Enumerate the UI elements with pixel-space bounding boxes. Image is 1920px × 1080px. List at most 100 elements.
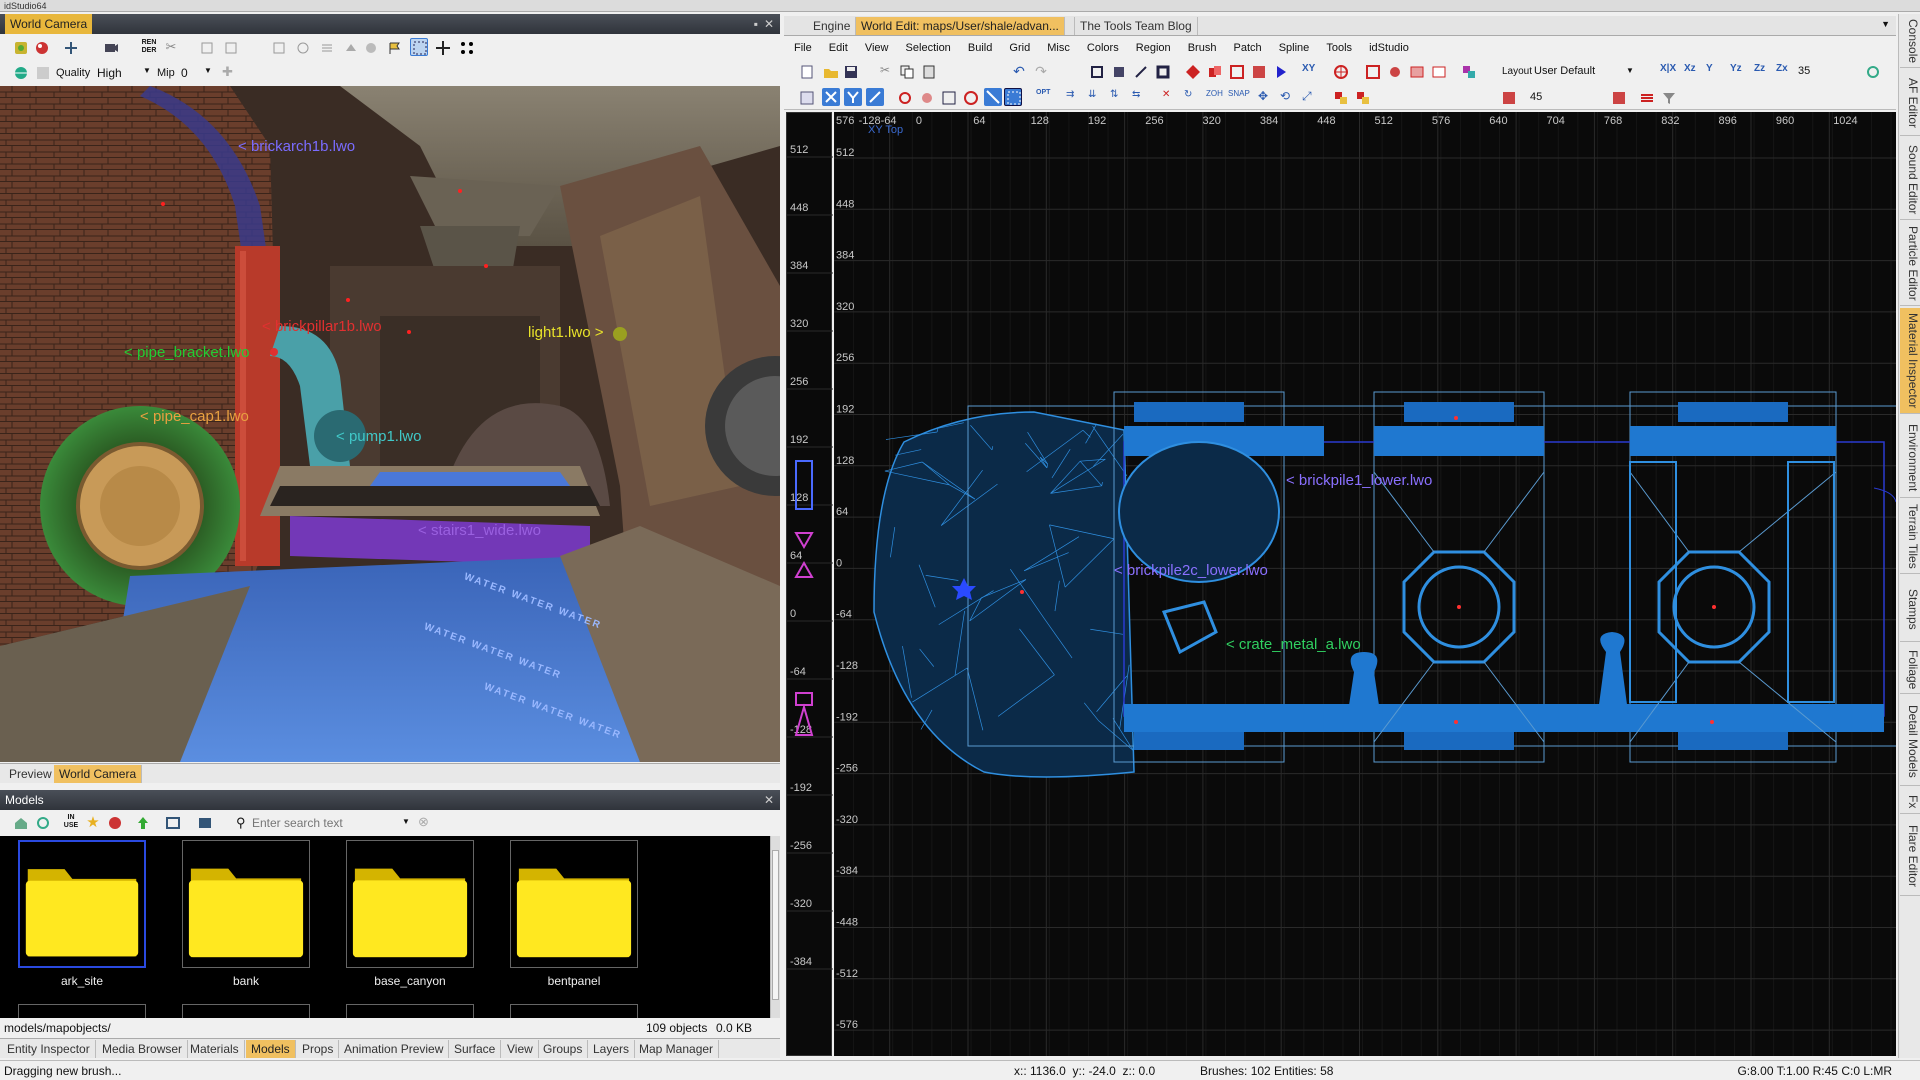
label-crate-metal[interactable]: < crate_metal_a.lwo xyxy=(1226,636,1361,653)
menu-build[interactable]: Build xyxy=(968,38,992,58)
vtab-af-editor[interactable]: AF Editor xyxy=(1900,72,1920,136)
vtab-stamps[interactable]: Stamps xyxy=(1900,578,1920,642)
folder-card-partial[interactable] xyxy=(346,1004,474,1018)
camera-move-icon[interactable] xyxy=(62,39,80,57)
z-ruler[interactable]: 512 448 384 320 256 192 128 64 0 -64 -128 -192 -256-… xyxy=(786,112,833,1056)
tab-props[interactable]: Props xyxy=(297,1040,340,1058)
thumb-size-icon[interactable] xyxy=(196,814,214,832)
folder-card-partial[interactable] xyxy=(510,1004,638,1018)
vtab-foliage[interactable]: Foliage xyxy=(1900,646,1920,694)
scale-y-icon[interactable]: Y xyxy=(1706,63,1724,81)
model-ball-icon[interactable] xyxy=(106,814,124,832)
render-text-icon[interactable]: REN DER xyxy=(140,39,158,57)
chevron-down-icon[interactable]: ▼ xyxy=(204,66,212,75)
view-mode-icon[interactable] xyxy=(164,814,182,832)
frame-icon[interactable] xyxy=(1228,63,1246,81)
label-brickpile1[interactable]: < brickpile1_lower.lwo xyxy=(1286,472,1432,489)
up-folder-icon[interactable] xyxy=(134,814,152,832)
scissors-icon[interactable]: ✂ xyxy=(162,39,180,57)
wire-icon[interactable] xyxy=(270,39,288,57)
refresh-icon[interactable] xyxy=(34,814,52,832)
vtab-fx[interactable]: Fx xyxy=(1900,790,1920,814)
select-y-icon[interactable] xyxy=(844,88,862,106)
tab-entity-inspector[interactable]: Entity Inspector xyxy=(2,1040,96,1058)
vtab-detail-models[interactable]: Detail Models xyxy=(1900,698,1920,786)
home-icon[interactable] xyxy=(12,814,30,832)
material-ball-icon[interactable] xyxy=(33,39,51,57)
merge-icon[interactable] xyxy=(1206,63,1224,81)
tab-world-edit[interactable]: World Edit: maps/User/shale/advan... xyxy=(856,17,1065,35)
tab-view[interactable]: View xyxy=(502,1040,539,1058)
cut-icon[interactable]: ✂ xyxy=(876,63,894,81)
rotate-c-icon[interactable]: ZOH xyxy=(1206,89,1224,107)
bevel-icon[interactable] xyxy=(1250,63,1268,81)
panel-close-icon[interactable]: ✕ xyxy=(764,790,774,810)
tab-surface[interactable]: Surface xyxy=(449,1040,502,1058)
camera-viewport[interactable]: WATER WATER WATER WATER WATER WATER WATE… xyxy=(0,86,780,762)
entity-link-icon[interactable] xyxy=(1386,63,1404,81)
models-scrollbar[interactable] xyxy=(770,836,780,1018)
render-icon[interactable] xyxy=(12,39,30,57)
menu-grid[interactable]: Grid xyxy=(1009,38,1030,58)
folder-base-canyon[interactable] xyxy=(346,840,474,968)
target-red-icon[interactable] xyxy=(962,89,980,107)
label-light[interactable]: light1.lwo > xyxy=(528,324,603,341)
search-input[interactable] xyxy=(252,814,412,832)
rotate-tool-icon[interactable]: ⟲ xyxy=(1280,89,1298,107)
tab-models[interactable]: Models xyxy=(246,1040,296,1058)
menu-misc[interactable]: Misc xyxy=(1047,38,1070,58)
checker-icon[interactable] xyxy=(34,64,52,82)
label-brickarch[interactable]: < brickarch1b.lwo xyxy=(238,138,355,155)
patch-icon[interactable] xyxy=(896,89,914,107)
move-tool-icon[interactable]: ✥ xyxy=(1258,89,1276,107)
select-xy-icon[interactable] xyxy=(822,88,840,106)
label-stairs[interactable]: < stairs1_wide.lwo xyxy=(418,522,541,539)
menu-view[interactable]: View xyxy=(865,38,889,58)
scale-zx-icon[interactable]: Zx xyxy=(1776,63,1794,81)
toggle-icon[interactable] xyxy=(198,39,216,57)
save-icon[interactable] xyxy=(842,63,860,81)
rotate-a-icon[interactable]: ✕ xyxy=(1162,89,1180,107)
menu-selection[interactable]: Selection xyxy=(906,38,951,58)
hollow-icon[interactable] xyxy=(1154,63,1172,81)
axis-icon[interactable]: XY xyxy=(1302,63,1320,81)
brush-tool-icon[interactable] xyxy=(1088,63,1106,81)
scale-tool-icon[interactable]: ⤢ xyxy=(1302,89,1320,107)
chevron-down-icon[interactable]: ▼ xyxy=(1881,19,1890,29)
play-icon[interactable] xyxy=(1272,63,1290,81)
paste-icon[interactable] xyxy=(920,63,938,81)
copy-icon[interactable] xyxy=(898,63,916,81)
sky-icon[interactable] xyxy=(342,39,360,57)
rotate-value[interactable]: 35 xyxy=(1798,65,1810,77)
opt-icon[interactable]: OPT xyxy=(1036,89,1054,107)
tab-world-camera[interactable]: World Camera xyxy=(54,765,143,783)
menu-region[interactable]: Region xyxy=(1136,38,1171,58)
grid-size-icon[interactable] xyxy=(1500,89,1518,107)
target-icon[interactable] xyxy=(1332,63,1350,81)
label-pump[interactable]: < pump1.lwo xyxy=(336,428,421,445)
panel-pin-icon[interactable]: ▪ xyxy=(754,14,758,34)
scale-xz-icon[interactable]: Xz xyxy=(1684,63,1702,81)
vtab-sound-editor[interactable]: Sound Editor xyxy=(1900,140,1920,220)
chevron-down-icon[interactable]: ▼ xyxy=(402,817,410,826)
folder-ark-site[interactable] xyxy=(18,840,146,968)
refresh-icon[interactable] xyxy=(1864,63,1882,81)
menu-colors[interactable]: Colors xyxy=(1087,38,1119,58)
entity-icon[interactable] xyxy=(1364,63,1382,81)
move-z-icon[interactable]: ⇅ xyxy=(1110,89,1128,107)
pin-icon[interactable]: ✚ xyxy=(222,64,233,80)
globe-icon[interactable] xyxy=(12,64,30,82)
folder-card-partial[interactable] xyxy=(18,1004,146,1018)
label-pipe-bracket[interactable]: < pipe_bracket.lwo xyxy=(124,344,250,361)
vtab-console[interactable]: Console xyxy=(1900,16,1920,68)
scale-yz-icon[interactable]: Yz xyxy=(1730,63,1748,81)
snap-icon[interactable]: SNAP xyxy=(1228,89,1250,107)
shadow-icon[interactable] xyxy=(362,39,380,57)
angle-value[interactable]: 45 xyxy=(1530,91,1542,103)
dots-grid-icon[interactable] xyxy=(458,39,476,57)
cross-arrows-icon[interactable] xyxy=(434,39,452,57)
camera-view-icon[interactable] xyxy=(798,89,816,107)
select-mode-icon[interactable] xyxy=(410,38,428,56)
select-box-icon[interactable] xyxy=(1332,89,1350,107)
open-icon[interactable] xyxy=(822,63,840,81)
